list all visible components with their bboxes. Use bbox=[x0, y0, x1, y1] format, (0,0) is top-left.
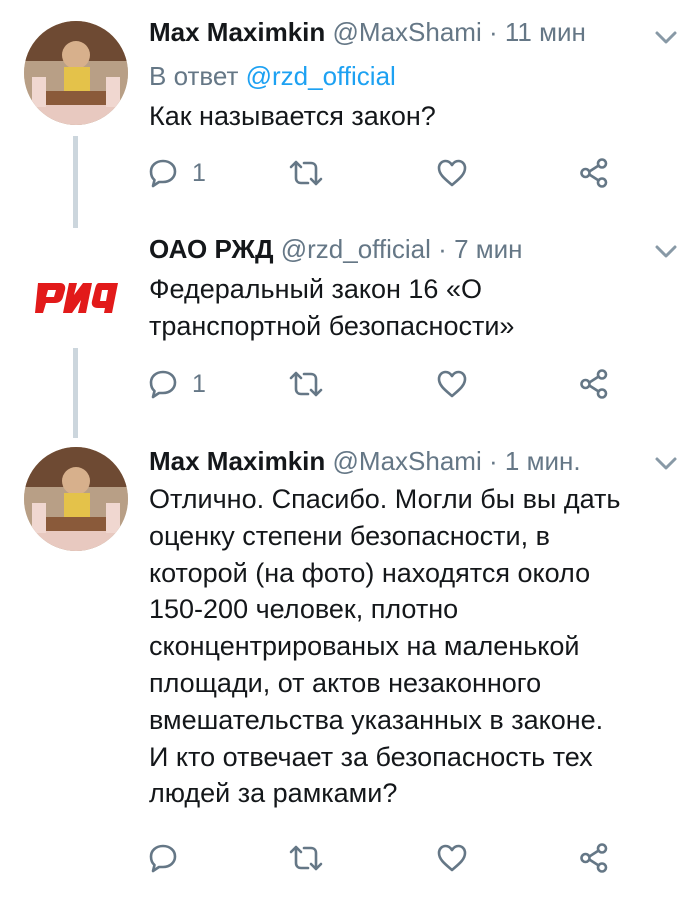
tweet-header: Max Maximkin @MaxShami · 1 мин. bbox=[149, 441, 581, 481]
chevron-down-icon[interactable] bbox=[654, 456, 678, 472]
separator: · bbox=[488, 446, 498, 476]
tweet-actions: 1 bbox=[148, 368, 628, 400]
tweet-text-line: 150-200 человек, плотно bbox=[149, 594, 459, 625]
reply-count: 1 bbox=[192, 369, 206, 398]
tweet-text: Отлично. Спасибо. Могли бы вы дать оценк… bbox=[149, 481, 620, 812]
like-icon bbox=[437, 370, 467, 398]
tweet-text-line: площади, от актов незаконного bbox=[149, 667, 542, 698]
avatar-rzd[interactable] bbox=[24, 233, 128, 337]
share-button[interactable] bbox=[578, 157, 610, 189]
tweet-text-line: вмешательства указанных в законе. bbox=[149, 704, 604, 735]
tweet-header: ОАО РЖД @rzd_official · 7 мин bbox=[149, 229, 523, 269]
tweet-text-line: транспортной безопасности» bbox=[149, 310, 515, 341]
reply-context: В ответ @rzd_official bbox=[149, 56, 396, 96]
tweet-actions: 1 bbox=[148, 157, 628, 189]
retweet-icon bbox=[289, 371, 323, 397]
share-button[interactable] bbox=[578, 842, 610, 874]
tweet-actions bbox=[148, 842, 628, 874]
reply-icon bbox=[149, 159, 177, 188]
reply-handle-link[interactable]: @rzd_official bbox=[246, 61, 396, 91]
avatar-image bbox=[24, 21, 128, 125]
share-icon bbox=[580, 158, 608, 188]
separator: · bbox=[488, 17, 498, 47]
like-button[interactable] bbox=[436, 157, 468, 189]
author-name[interactable]: ОАО РЖД bbox=[149, 234, 273, 264]
tweet-text-line: людей за рамками? bbox=[149, 778, 398, 809]
like-icon bbox=[437, 844, 467, 872]
share-icon bbox=[580, 369, 608, 399]
author-name[interactable]: Max Maximkin bbox=[149, 17, 325, 47]
author-name[interactable]: Max Maximkin bbox=[149, 446, 325, 476]
like-icon bbox=[437, 159, 467, 187]
timestamp[interactable]: 11 мин bbox=[505, 17, 586, 47]
tweet-text: Как называется закон? bbox=[149, 101, 436, 131]
retweet-button[interactable] bbox=[288, 368, 324, 400]
like-button[interactable] bbox=[436, 842, 468, 874]
reply-count: 1 bbox=[192, 158, 206, 187]
chevron-down-icon[interactable] bbox=[654, 30, 678, 46]
like-button[interactable] bbox=[436, 368, 468, 400]
author-handle[interactable]: @MaxShami bbox=[333, 446, 482, 476]
reply-button[interactable]: 1 bbox=[148, 368, 206, 400]
reply-icon bbox=[149, 844, 177, 873]
tweet-text: Федеральный закон 16 «О транспортной без… bbox=[149, 271, 514, 345]
share-icon bbox=[580, 843, 608, 873]
author-handle[interactable]: @MaxShami bbox=[333, 17, 482, 47]
reply-button[interactable]: 1 bbox=[148, 157, 206, 189]
tweet-text-line: оценку степени безопасности, в bbox=[149, 520, 550, 551]
thread-line bbox=[73, 136, 78, 228]
tweet-text-line: которой (на фото) находятся около bbox=[149, 557, 591, 588]
tweet-3[interactable]: Max Maximkin @MaxShami · 1 мин. Отлично.… bbox=[0, 440, 700, 899]
retweet-button[interactable] bbox=[288, 157, 324, 189]
share-button[interactable] bbox=[578, 368, 610, 400]
retweet-icon bbox=[289, 160, 323, 186]
reply-icon bbox=[149, 370, 177, 399]
retweet-button[interactable] bbox=[288, 842, 324, 874]
timestamp[interactable]: 7 мин bbox=[454, 234, 522, 264]
reply-button[interactable] bbox=[148, 842, 178, 874]
avatar-max-maximkin[interactable] bbox=[24, 447, 128, 551]
avatar-image bbox=[24, 447, 128, 551]
tweet-header: Max Maximkin @MaxShami · 11 мин bbox=[149, 12, 586, 52]
tweet-text-line: Федеральный закон 16 «О bbox=[149, 274, 482, 304]
avatar-max-maximkin[interactable] bbox=[24, 21, 128, 125]
thread-line bbox=[73, 348, 78, 438]
chevron-down-icon[interactable] bbox=[654, 244, 678, 260]
rzd-logo bbox=[35, 283, 118, 313]
tweet-text-line: Отлично. Спасибо. Могли бы вы дать bbox=[149, 484, 621, 514]
author-handle[interactable]: @rzd_official bbox=[281, 234, 431, 264]
timestamp[interactable]: 1 мин. bbox=[505, 446, 581, 476]
tweet-2[interactable]: ОАО РЖД @rzd_official · 7 мин Федеральны… bbox=[0, 228, 700, 438]
tweet-1[interactable]: Max Maximkin @MaxShami · 11 мин В ответ … bbox=[0, 0, 700, 228]
tweet-text-line: сконцентрированых на маленькой bbox=[149, 631, 580, 662]
reply-prefix: В ответ bbox=[149, 61, 239, 91]
separator: · bbox=[438, 234, 447, 264]
tweet-text-line: И кто отвечает за безопасность тех bbox=[149, 741, 593, 772]
retweet-icon bbox=[289, 845, 323, 871]
